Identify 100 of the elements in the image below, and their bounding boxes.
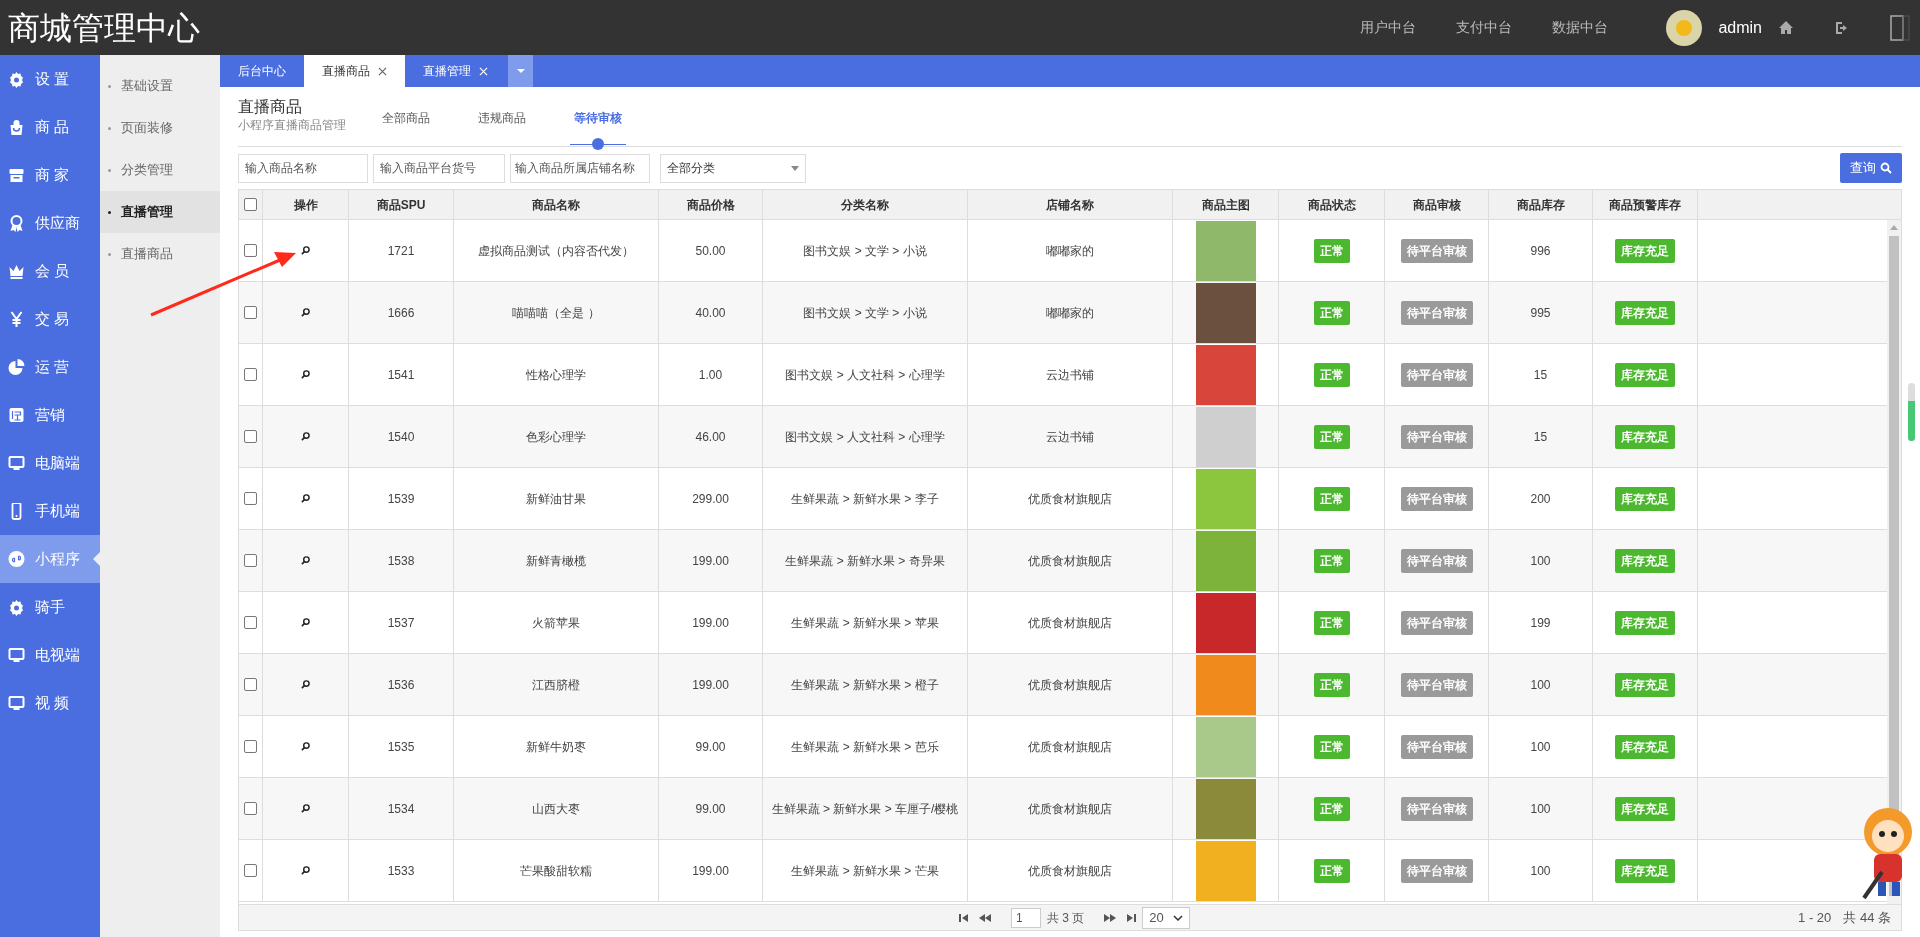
status-badge: 正常 <box>1313 300 1350 325</box>
nav-link[interactable]: 用户中台 <box>1360 17 1417 38</box>
status-badge: 正常 <box>1313 672 1350 697</box>
column-header: 商品库存 <box>1489 190 1593 219</box>
checkbox[interactable] <box>244 740 257 753</box>
table-cell: 99.00 <box>659 716 763 777</box>
store-name-field[interactable]: 输入商品所属店铺名称 <box>510 153 650 183</box>
sidebar-item[interactable]: 供应商 <box>0 199 100 247</box>
table-cell: 图书文娱 > 人文社科 > 心理学 <box>763 406 968 467</box>
search-icon[interactable] <box>301 370 310 379</box>
search-icon[interactable] <box>301 432 310 441</box>
panel-icon[interactable] <box>1890 14 1910 41</box>
next-page-icon[interactable] <box>1104 913 1117 922</box>
first-page-icon[interactable] <box>959 913 969 922</box>
sidebar-item[interactable]: 视 频 <box>0 679 100 727</box>
avatar-photo[interactable] <box>1666 9 1703 46</box>
table-cell: 江西脐橙 <box>454 654 659 715</box>
product-code-field[interactable]: 输入商品平台货号 <box>373 153 505 183</box>
status-badge: 正常 <box>1313 362 1350 387</box>
checkbox[interactable] <box>244 430 257 443</box>
search-icon[interactable] <box>301 680 310 689</box>
table-cell: 199.00 <box>659 840 763 901</box>
tab[interactable]: 后台中心 <box>220 55 304 87</box>
checkbox[interactable] <box>244 492 257 505</box>
checkbox[interactable] <box>244 306 257 319</box>
status-badge: 库存充足 <box>1615 424 1675 449</box>
sidebar-item[interactable]: 营销 <box>0 391 100 439</box>
table-cell: 100 <box>1489 716 1593 777</box>
checkbox[interactable] <box>244 244 257 257</box>
product-name-field[interactable]: 输入商品名称 <box>238 153 368 183</box>
home-icon[interactable] <box>1778 19 1794 36</box>
table-cell: 山西大枣 <box>454 778 659 839</box>
page-size-dropdown[interactable]: 20 <box>1142 906 1191 929</box>
checkbox[interactable] <box>244 864 257 877</box>
tab[interactable]: 直播管理 <box>405 55 506 87</box>
status-badge: 待平台审核 <box>1400 610 1473 635</box>
status-badge: 库存充足 <box>1615 858 1675 883</box>
category-dropdown[interactable]: 全部分类 <box>660 153 806 183</box>
subnav-item[interactable]: 页面装修 <box>100 107 220 149</box>
filter-tab[interactable]: 全部商品 <box>378 109 434 147</box>
table-cell: 15 <box>1489 406 1593 467</box>
checkbox[interactable] <box>244 678 257 691</box>
table-cell: 40.00 <box>659 282 763 343</box>
table-cell: 1.00 <box>659 344 763 405</box>
filter-tab[interactable]: 等待审核 <box>570 109 626 147</box>
status-badge: 正常 <box>1313 796 1350 821</box>
table-cell: 图书文娱 > 人文社科 > 心理学 <box>763 344 968 405</box>
sidebar-item[interactable]: 电视端 <box>0 631 100 679</box>
tab[interactable]: 直播商品 <box>304 55 405 87</box>
table-cell: 1536 <box>349 654 454 715</box>
crown-icon <box>8 262 25 280</box>
sidebar-item[interactable]: 商 品 <box>0 103 100 151</box>
close-icon[interactable] <box>378 66 387 76</box>
store-icon <box>8 166 25 184</box>
table-cell: 生鲜果蔬 > 新鲜水果 > 李子 <box>763 468 968 529</box>
subnav-item[interactable]: 分类管理 <box>100 149 220 191</box>
checkbox[interactable] <box>244 554 257 567</box>
username[interactable]: admin <box>1718 15 1762 40</box>
search-button[interactable]: 查询 <box>1840 153 1902 183</box>
status-badge: 待平台审核 <box>1400 858 1473 883</box>
table-cell: 199.00 <box>659 592 763 653</box>
sidebar-item[interactable]: 运 营 <box>0 343 100 391</box>
sidebar-item[interactable]: 设 置 <box>0 55 100 103</box>
sidebar-item[interactable]: 手机端 <box>0 487 100 535</box>
checkbox[interactable] <box>244 368 257 381</box>
search-icon[interactable] <box>301 246 310 255</box>
subnav-item[interactable]: 直播管理 <box>100 191 220 233</box>
subnav-item[interactable]: 基础设置 <box>100 65 220 107</box>
filter-tab[interactable]: 违规商品 <box>474 109 530 147</box>
sidebar-item[interactable]: 会 员 <box>0 247 100 295</box>
table-cell: 50.00 <box>659 220 763 281</box>
sidebar-item[interactable]: 交 易 <box>0 295 100 343</box>
table-cell: 996 <box>1489 220 1593 281</box>
search-icon[interactable] <box>301 742 310 751</box>
sidebar-item[interactable]: 骑手 <box>0 583 100 631</box>
search-icon[interactable] <box>301 866 310 875</box>
previous-page-icon[interactable] <box>979 913 991 922</box>
table-cell: 新鲜青橄榄 <box>454 530 659 591</box>
search-icon[interactable] <box>301 804 310 813</box>
search-icon[interactable] <box>301 494 310 503</box>
sidebar-item[interactable]: 商 家 <box>0 151 100 199</box>
table-cell: 200 <box>1489 468 1593 529</box>
search-icon[interactable] <box>301 308 310 317</box>
table-cell: 嘟嘟家的 <box>968 282 1173 343</box>
table-cell: 15 <box>1489 344 1593 405</box>
status-badge: 库存充足 <box>1615 610 1675 635</box>
nav-link[interactable]: 数据中台 <box>1552 17 1609 38</box>
checkbox[interactable] <box>244 802 257 815</box>
checkbox[interactable] <box>244 198 257 211</box>
badge-icon <box>8 214 25 232</box>
checkbox[interactable] <box>244 616 257 629</box>
sidebar-item[interactable]: 小程序 <box>0 535 100 583</box>
search-icon[interactable] <box>301 618 310 627</box>
nav-link[interactable]: 支付中台 <box>1456 17 1513 38</box>
search-icon[interactable] <box>301 556 310 565</box>
status-badge: 待平台审核 <box>1400 796 1473 821</box>
last-page-icon[interactable] <box>1126 913 1137 922</box>
sidebar-item[interactable]: 电脑端 <box>0 439 100 487</box>
page-number-field[interactable]: 1 <box>1011 907 1041 928</box>
subnav-item[interactable]: 直播商品 <box>100 233 220 275</box>
